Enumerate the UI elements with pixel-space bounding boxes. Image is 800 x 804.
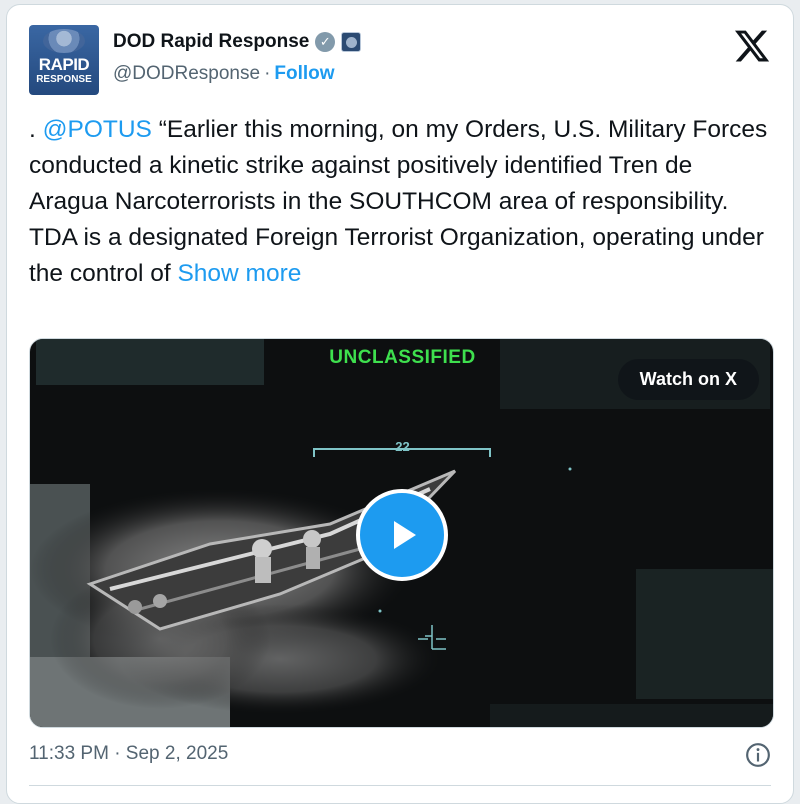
follow-button[interactable]: Follow [274,63,334,84]
tweet-lead: . [29,116,43,143]
video-player[interactable]: 22 UNCLASSIFIED Watch on X [29,338,774,728]
mention-link[interactable]: @POTUS [43,116,152,143]
tweet-card: RAPID RESPONSE DOD Rapid Response ✓ @DOD… [6,4,794,804]
name-row: DOD Rapid Response ✓ [113,31,362,53]
user-handle[interactable]: @DODResponse [113,63,260,84]
tweet-text: . @POTUS “Earlier this morning, on my Or… [29,112,774,292]
info-icon[interactable] [745,742,771,768]
watch-on-x-button[interactable]: Watch on X [617,359,759,400]
x-logo-icon[interactable] [733,27,771,65]
separator-dot: · [264,63,271,84]
handle-row: @DODResponse · Follow [113,63,335,85]
avatar-text-response: RESPONSE [36,74,92,85]
display-name[interactable]: DOD Rapid Response [113,31,309,53]
avatar-text-rapid: RAPID [38,55,90,74]
play-button[interactable] [356,489,448,581]
tweet-header: RAPID RESPONSE DOD Rapid Response ✓ @DOD… [29,25,771,95]
footer-divider [29,785,771,786]
affiliation-badge-icon[interactable] [341,32,362,52]
hud-counter: 22 [395,439,410,454]
pentagon-seal-icon [43,29,85,53]
show-more-link[interactable]: Show more [177,260,301,287]
avatar[interactable]: RAPID RESPONSE [29,25,99,95]
tweet-timestamp[interactable]: 11:33 PM · Sep 2, 2025 [29,743,228,765]
verified-check-icon: ✓ [315,32,336,52]
play-icon [394,521,416,549]
